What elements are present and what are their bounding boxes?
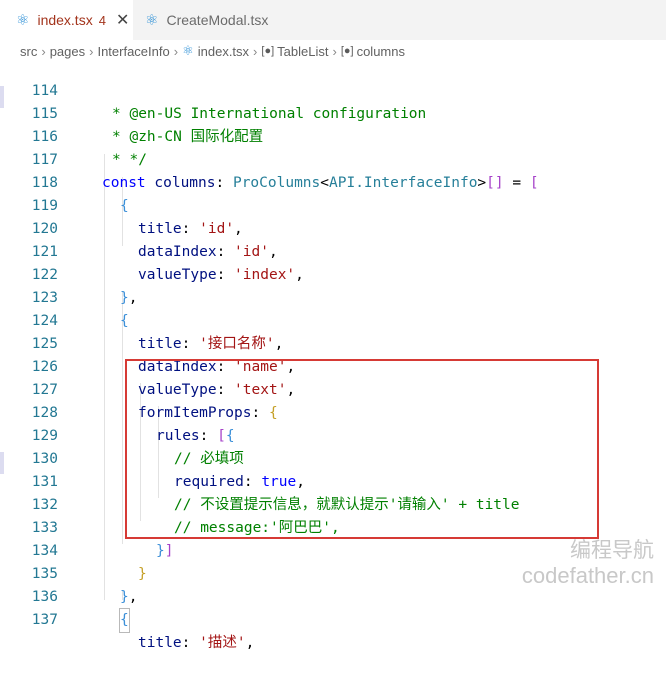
code-line-135: 135 }, <box>0 540 666 605</box>
code-line-121: 121 valueType: 'index', <box>0 218 666 283</box>
code-text: title: '描述', <box>138 635 255 651</box>
code-line-115: 115 * @zh-CN 国际化配置 <box>0 80 666 145</box>
react-icon: ⚛ <box>145 12 159 29</box>
watermark-url: codefather.cn <box>521 563 654 588</box>
code-line-126: 126 valueType: 'text', <box>0 333 666 398</box>
code-line-123: 123 { <box>0 264 666 329</box>
tab-index-tsx[interactable]: ⚛ index.tsx 4 ✕ <box>0 0 133 40</box>
tab-createmodal-tsx[interactable]: ⚛ CreateModal.tsx <box>133 0 288 40</box>
code-line-119: 119 title: 'id', <box>0 172 666 237</box>
code-line-116: 116 * */ <box>0 103 666 168</box>
tab-label: index.tsx <box>37 12 93 28</box>
code-line-124: 124 title: '接口名称', <box>0 287 666 352</box>
code-line-122: 122 }, <box>0 241 666 306</box>
close-icon[interactable]: ✕ <box>116 10 129 30</box>
code-line-114: 114 * @en-US International configuration <box>0 57 666 122</box>
watermark-title: 编程导航 <box>570 539 654 562</box>
highlight-annotation-box <box>125 359 599 539</box>
react-icon: ⚛ <box>16 12 30 29</box>
symbol-variable-icon: [●] <box>261 45 275 57</box>
tab-bar: ⚛ index.tsx 4 ✕ ⚛ CreateModal.tsx <box>0 0 666 40</box>
code-line-118: 118 { <box>0 149 666 214</box>
code-line-120: 120 dataIndex: 'id', <box>0 195 666 260</box>
line-number: 137 <box>31 612 58 628</box>
tab-label: CreateModal.tsx <box>166 12 269 28</box>
code-line-137: 137 title: '描述', <box>0 586 666 651</box>
code-line-117: 117 const columns: ProColumns<API.Interf… <box>0 126 666 191</box>
code-text: { <box>119 608 130 633</box>
code-line-125: 125 dataIndex: 'name', <box>0 310 666 375</box>
problem-count-badge: 4 <box>98 12 106 28</box>
symbol-variable-icon: [●] <box>340 45 354 57</box>
